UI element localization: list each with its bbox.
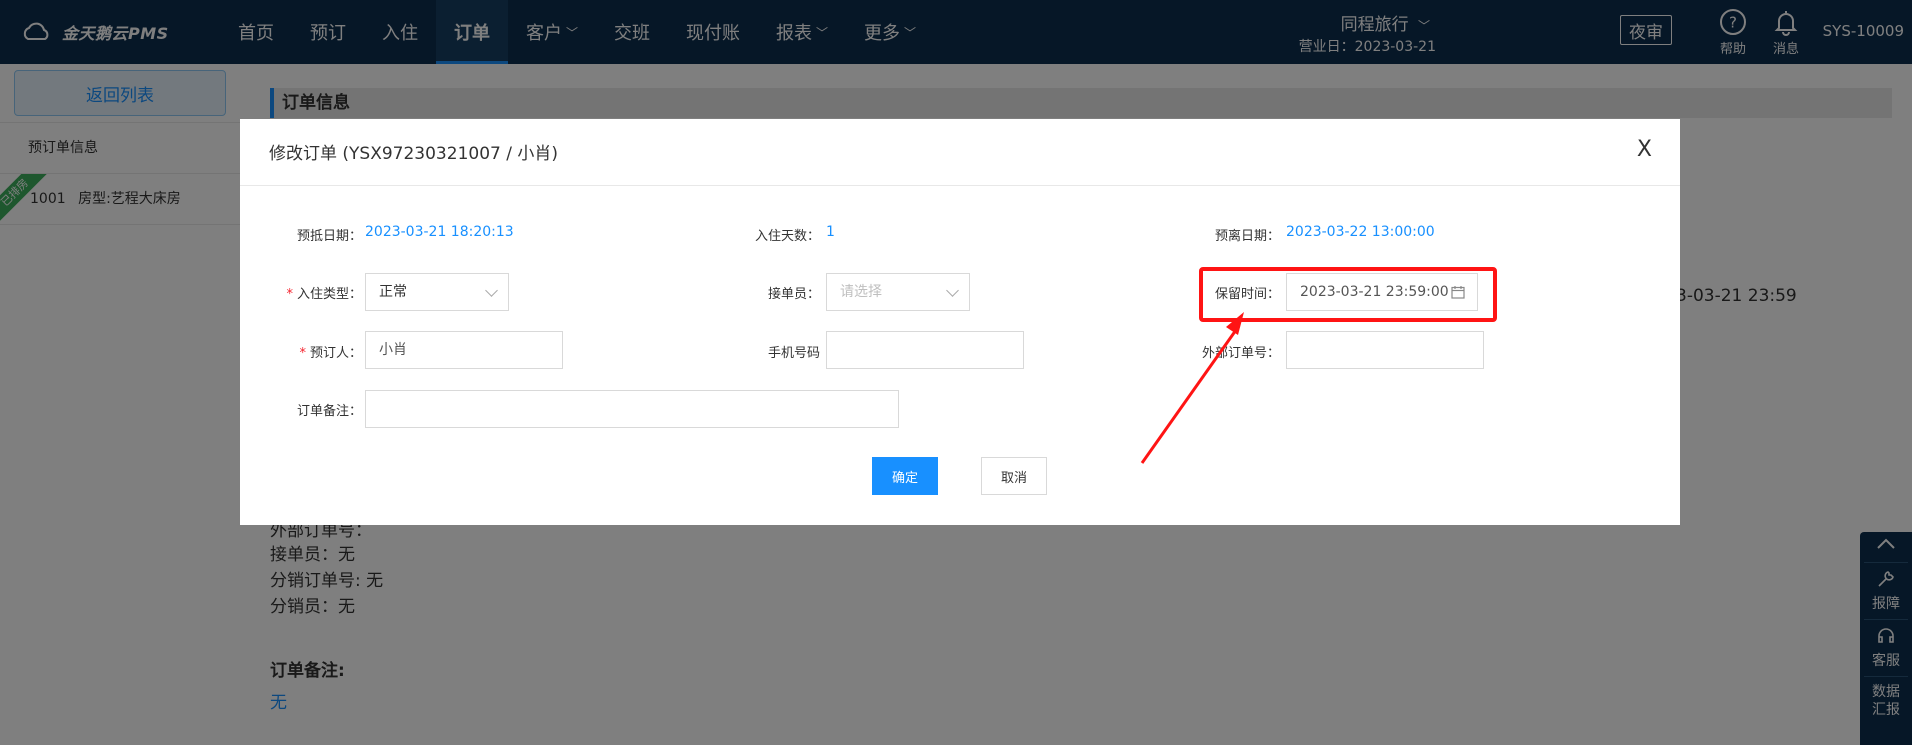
phone-input[interactable] bbox=[826, 331, 1024, 369]
order-note-input[interactable] bbox=[365, 390, 899, 428]
cancel-button[interactable]: 取消 bbox=[981, 457, 1047, 495]
checkin-type-select[interactable]: 正常 bbox=[365, 273, 509, 311]
checkin-type-label-text: 入住类型： bbox=[296, 287, 362, 302]
confirm-button[interactable]: 确定 bbox=[872, 457, 938, 495]
arrive-date-label: 预抵日期： bbox=[296, 229, 362, 244]
booker-label-text: 预订人： bbox=[309, 346, 362, 361]
arrive-date-value: 2023-03-21 18:20:13 bbox=[365, 224, 514, 240]
chevron-down-icon bbox=[946, 284, 959, 297]
close-icon[interactable]: X bbox=[1637, 137, 1652, 163]
annotation-highlight-box bbox=[1199, 267, 1497, 322]
dialog-header: 修改订单 (YSX97230321007 / 小肖) X bbox=[240, 119, 1680, 186]
checkin-type-label: * 入住类型： bbox=[272, 283, 362, 302]
phone-label: 手机号码 bbox=[767, 346, 820, 361]
required-marker: * bbox=[286, 287, 293, 302]
required-marker: * bbox=[299, 346, 306, 361]
order-note-label: 订单备注： bbox=[296, 404, 362, 419]
stay-days-value: 1 bbox=[826, 224, 835, 240]
booker-input[interactable]: 小肖 bbox=[365, 331, 563, 369]
leave-date-label: 预离日期： bbox=[1214, 229, 1280, 244]
external-order-label: 外部订单号： bbox=[1201, 346, 1280, 361]
chevron-down-icon bbox=[485, 284, 498, 297]
booker-label: * 预订人： bbox=[272, 342, 362, 361]
checkin-type-value: 正常 bbox=[379, 284, 407, 300]
receiver-placeholder: 请选择 bbox=[840, 284, 882, 300]
dialog-title: 修改订单 (YSX97230321007 / 小肖) bbox=[269, 144, 558, 164]
edit-order-dialog: 修改订单 (YSX97230321007 / 小肖) X 预抵日期： 2023-… bbox=[240, 119, 1680, 525]
receiver-select[interactable]: 请选择 bbox=[826, 273, 970, 311]
booker-value: 小肖 bbox=[379, 342, 407, 358]
receiver-label: 接单员： bbox=[767, 287, 820, 302]
external-order-input[interactable] bbox=[1286, 331, 1484, 369]
leave-date-value: 2023-03-22 13:00:00 bbox=[1286, 224, 1435, 240]
stay-days-label: 入住天数： bbox=[754, 229, 820, 244]
